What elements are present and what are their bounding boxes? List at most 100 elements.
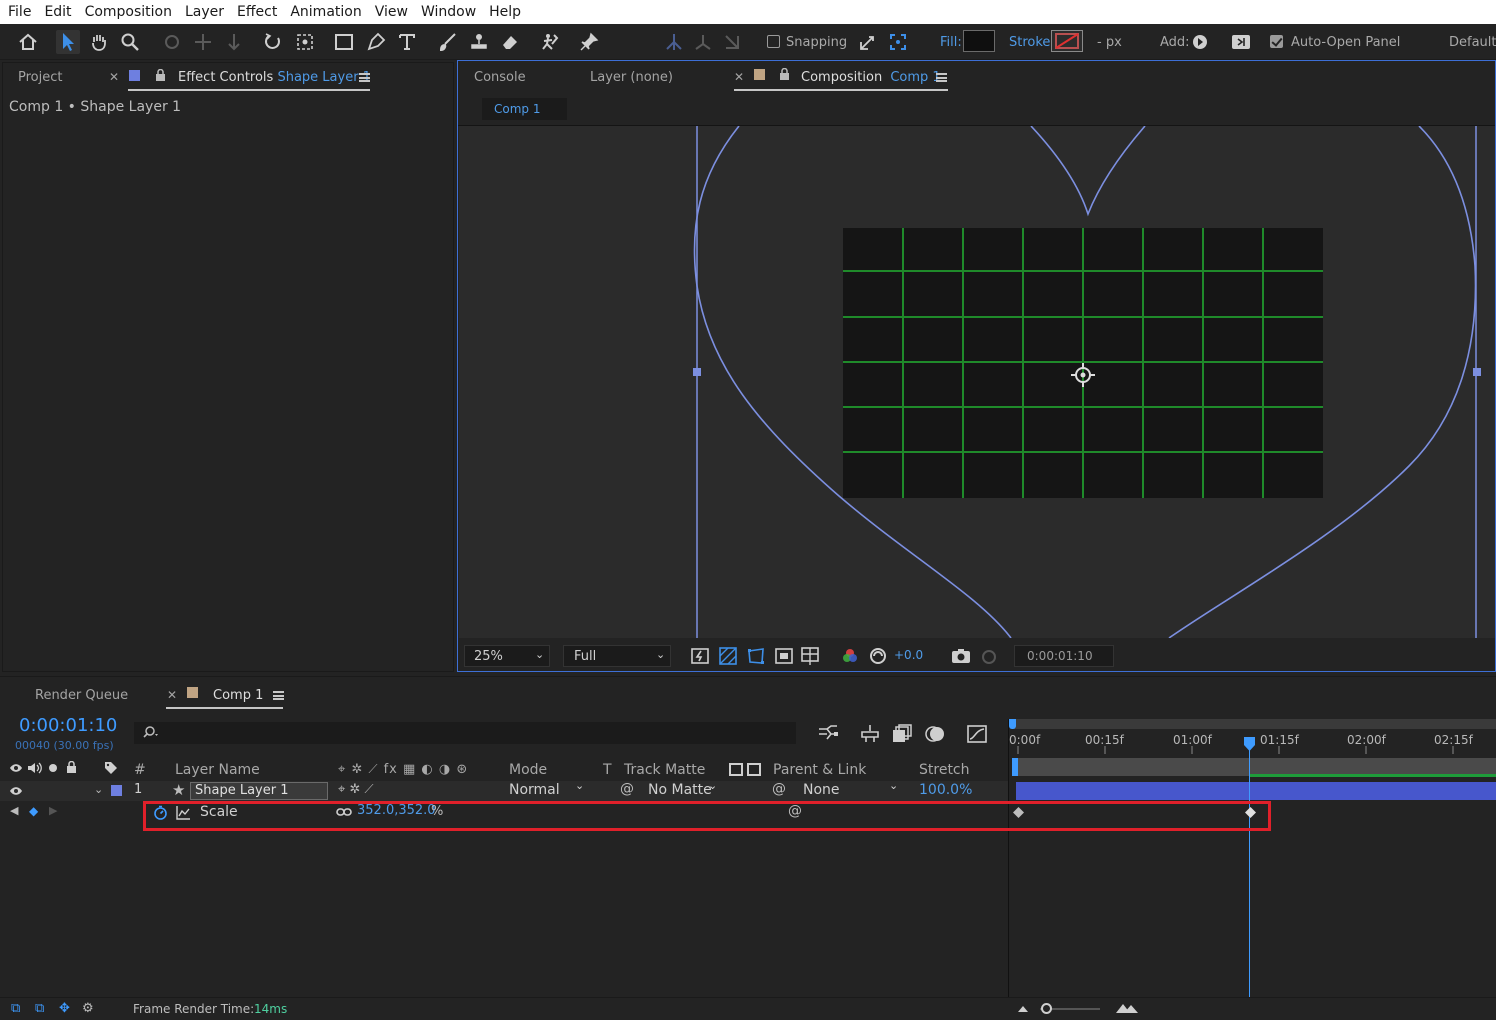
type-tool-icon[interactable]: [395, 30, 419, 54]
frame-blending-icon[interactable]: [891, 724, 913, 744]
menu-layer[interactable]: Layer: [179, 0, 231, 24]
home-icon[interactable]: [16, 30, 40, 54]
panel-menu-icon[interactable]: [359, 73, 370, 82]
layer-switches-toggle-icon[interactable]: ⧉: [11, 1001, 20, 1016]
menu-composition[interactable]: Composition: [79, 0, 179, 24]
snap-features-icon[interactable]: [886, 30, 910, 54]
prev-keyframe-icon[interactable]: ◀: [10, 804, 18, 817]
reset-exposure-icon[interactable]: [869, 647, 887, 665]
puppet-pin-icon[interactable]: [577, 30, 601, 54]
close-icon[interactable]: ✕: [734, 70, 744, 84]
workspace-default[interactable]: Default: [1449, 35, 1496, 50]
motion-blur-icon[interactable]: [925, 724, 947, 744]
comp-flowchart-icon[interactable]: [817, 724, 839, 744]
in-out-toggle-icon[interactable]: ✥: [59, 1001, 70, 1016]
tab-layer[interactable]: Layer (none): [590, 70, 673, 85]
layer-switch-icons[interactable]: ⌖ ✲ ⟋: [338, 782, 373, 797]
tab-composition[interactable]: Composition Comp 1: [801, 70, 941, 85]
region-of-interest-icon[interactable]: [775, 647, 793, 665]
brush-tool-icon[interactable]: [436, 30, 460, 54]
panel-menu-icon[interactable]: [936, 73, 947, 82]
stretch-value[interactable]: 100.0%: [919, 782, 972, 798]
current-time-display[interactable]: 0:00:01:10: [19, 715, 117, 736]
next-keyframe-icon[interactable]: ▶: [49, 804, 57, 817]
show-snapshot-icon[interactable]: [979, 647, 999, 665]
layer-duration-bar[interactable]: [1016, 782, 1496, 800]
view-axis-icon[interactable]: [720, 30, 744, 54]
zoom-out-icon[interactable]: [1017, 1003, 1029, 1013]
modes-toggle-icon[interactable]: ⧉: [35, 1001, 44, 1016]
add-property-icon[interactable]: [1188, 30, 1212, 54]
menu-effect[interactable]: Effect: [231, 0, 284, 24]
layer-name-field[interactable]: Shape Layer 1: [190, 782, 328, 800]
pan-behind-icon[interactable]: [293, 30, 317, 54]
tab-project[interactable]: Project: [18, 70, 62, 85]
snapping-checkbox[interactable]: [767, 35, 780, 48]
local-axis-icon[interactable]: [662, 30, 686, 54]
world-axis-icon[interactable]: [691, 30, 715, 54]
add-keyframe-icon[interactable]: ◆: [29, 804, 38, 818]
rectangle-tool-icon[interactable]: [332, 30, 356, 54]
tab-render-queue[interactable]: Render Queue: [35, 688, 128, 703]
fast-previews-icon[interactable]: [691, 647, 709, 665]
pan-camera-icon[interactable]: [191, 30, 215, 54]
shape-options-icon[interactable]: [1229, 30, 1253, 54]
dolly-camera-icon[interactable]: [222, 30, 246, 54]
current-time-field[interactable]: 0:00:01:10: [1014, 645, 1114, 667]
hand-tool-icon[interactable]: [87, 30, 111, 54]
lock-icon[interactable]: [779, 68, 790, 81]
matte-pickwhip-icon[interactable]: @: [620, 781, 634, 797]
menu-help[interactable]: Help: [483, 0, 528, 24]
panel-menu-icon[interactable]: [273, 691, 284, 700]
clone-stamp-icon[interactable]: [467, 30, 491, 54]
transparency-grid-icon[interactable]: [719, 647, 737, 665]
blend-mode-dropdown[interactable]: Normal ⌄: [509, 779, 589, 800]
menu-window[interactable]: Window: [415, 0, 483, 24]
timeline-search-input[interactable]: [134, 722, 796, 744]
selection-tool-icon[interactable]: [56, 30, 80, 54]
layer-label-color[interactable]: [111, 785, 122, 796]
lock-icon[interactable]: [155, 69, 166, 82]
channel-rgb-icon[interactable]: [841, 647, 859, 665]
draft-3d-icon[interactable]: [859, 724, 881, 744]
menu-view[interactable]: View: [369, 0, 415, 24]
exposure-value[interactable]: +0.0: [894, 648, 923, 662]
transform-handle-right[interactable]: [1473, 368, 1481, 376]
tab-console[interactable]: Console: [474, 70, 526, 85]
zoom-dropdown[interactable]: 25% ⌄: [464, 645, 550, 667]
layer-visibility-eye-icon[interactable]: [9, 785, 23, 797]
orbit-camera-icon[interactable]: [160, 30, 184, 54]
layer-row[interactable]: ⌄ 1 ★ Shape Layer 1 ⌖ ✲ ⟋ Normal ⌄ @ No …: [0, 779, 1008, 801]
work-area-start-handle[interactable]: [1009, 719, 1016, 729]
graph-editor-icon[interactable]: [966, 724, 988, 744]
transform-handle-left[interactable]: [693, 368, 701, 376]
menu-animation[interactable]: Animation: [284, 0, 368, 24]
parent-dropdown[interactable]: None ⌄: [797, 779, 903, 800]
parent-pickwhip-icon[interactable]: @: [772, 781, 786, 797]
pen-tool-icon[interactable]: [364, 30, 388, 54]
current-time-indicator[interactable]: [1243, 737, 1256, 751]
comp-viewer[interactable]: [459, 126, 1495, 638]
close-icon[interactable]: ✕: [109, 70, 119, 84]
stroke-swatch[interactable]: [1051, 30, 1083, 52]
eraser-tool-icon[interactable]: [498, 30, 522, 54]
snapshot-icon[interactable]: [951, 647, 971, 665]
snap-edges-icon[interactable]: [856, 30, 880, 54]
close-icon[interactable]: ✕: [167, 688, 177, 702]
menu-file[interactable]: File: [2, 0, 38, 24]
mask-visibility-icon[interactable]: [747, 647, 765, 665]
tab-comp1-timeline[interactable]: Comp 1: [213, 688, 263, 703]
roto-brush-icon[interactable]: [538, 30, 562, 54]
resolution-dropdown[interactable]: Full ⌄: [563, 645, 671, 667]
grid-guides-icon[interactable]: [801, 647, 819, 665]
auto-open-checkbox[interactable]: [1270, 35, 1283, 48]
zoom-tool-icon[interactable]: [118, 30, 142, 54]
menu-edit[interactable]: Edit: [38, 0, 78, 24]
track-matte-dropdown[interactable]: No Matte ⌄: [648, 779, 724, 800]
rotation-tool-icon[interactable]: [261, 30, 285, 54]
column-layer-name[interactable]: Layer Name: [175, 762, 260, 778]
comp-subtab[interactable]: Comp 1: [482, 98, 567, 120]
zoom-slider-thumb[interactable]: [1041, 1003, 1052, 1014]
layer-expand-icon[interactable]: ⌄: [94, 783, 103, 796]
stroke-width-value[interactable]: - px: [1097, 35, 1122, 50]
